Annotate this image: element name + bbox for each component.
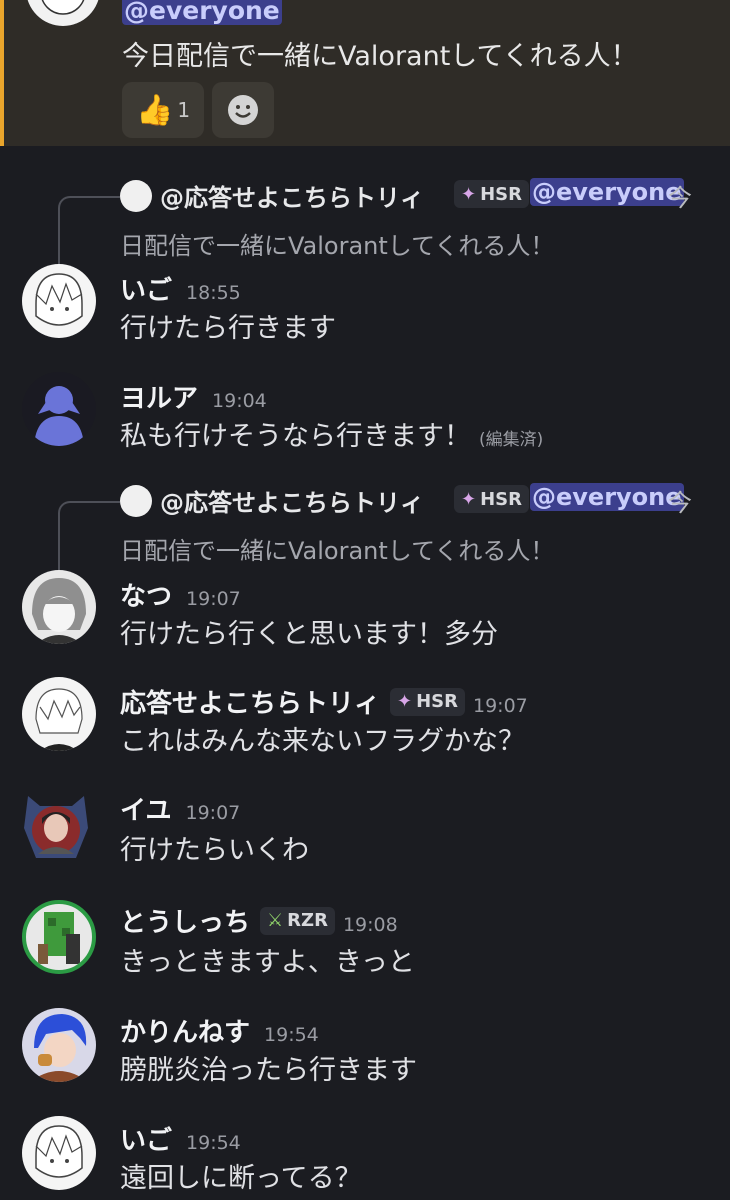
hsr-badge: ✦ HSR bbox=[454, 180, 529, 208]
message-text: 膀胱炎治ったら行きます bbox=[120, 1055, 417, 1086]
timestamp: 19:04 bbox=[212, 390, 267, 412]
avatar[interactable] bbox=[22, 264, 96, 338]
diamond-icon: ✦ bbox=[397, 691, 413, 712]
avatar[interactable] bbox=[16, 788, 96, 868]
sword-icon: ⚔ bbox=[267, 910, 284, 931]
diamond-icon: ✦ bbox=[461, 488, 477, 510]
thumbs-up-reaction[interactable]: 👍 1 bbox=[122, 82, 204, 138]
username: ヨルア 19:04 bbox=[120, 384, 267, 414]
badge-label: HSR bbox=[416, 691, 458, 712]
reply-avatar bbox=[120, 485, 152, 517]
reply-connector bbox=[58, 501, 120, 573]
everyone-mention[interactable]: @everyone bbox=[122, 0, 282, 25]
hsr-badge: ✦ HSR bbox=[454, 485, 529, 513]
reply-avatar bbox=[120, 180, 152, 212]
message-text: きっときますよ、きっと bbox=[120, 947, 415, 978]
timestamp: 19:07 bbox=[473, 695, 528, 717]
add-reaction-icon bbox=[228, 95, 258, 125]
reply-connector bbox=[58, 196, 120, 268]
timestamp: 18:55 bbox=[186, 282, 241, 304]
timestamp: 19:07 bbox=[185, 802, 241, 824]
username: イユ 19:07 bbox=[120, 796, 241, 826]
avatar[interactable] bbox=[22, 677, 96, 751]
avatar[interactable] bbox=[22, 900, 96, 974]
avatar[interactable] bbox=[22, 372, 96, 446]
username: いご 18:55 bbox=[120, 276, 241, 306]
username: とうしっち ⚔ RZR 19:08 bbox=[120, 906, 398, 938]
message-text: 行けたらいくわ bbox=[120, 835, 309, 866]
timestamp: 19:08 bbox=[342, 914, 398, 936]
edited-label: (編集済) bbox=[479, 430, 544, 450]
message-text: 遠回しに断ってる？ bbox=[120, 1163, 362, 1194]
timestamp: 19:07 bbox=[186, 588, 241, 610]
reply-text: 日配信で一緒にValorantしてくれる人！ bbox=[120, 232, 555, 260]
reply-reference[interactable]: @応答せよこちらトリィ ✦ HSR @everyone 今 日配信で一緒にValo… bbox=[0, 477, 730, 577]
hsr-badge: ✦ HSR bbox=[390, 687, 465, 716]
badge-label: RZR bbox=[287, 910, 328, 931]
everyone-mention[interactable]: @everyone bbox=[530, 483, 684, 511]
username: なつ 19:07 bbox=[120, 582, 241, 612]
message-text: これはみんな来ないフラグかな？ bbox=[120, 726, 525, 757]
avatar[interactable] bbox=[22, 1116, 96, 1190]
avatar[interactable] bbox=[26, 0, 100, 26]
username: 応答せよこちらトリィ ✦ HSR 19:07 bbox=[120, 687, 528, 719]
message-text: 行けたら行きます bbox=[120, 313, 336, 344]
diamond-icon: ✦ bbox=[461, 183, 477, 205]
reply-author[interactable]: @応答せよこちらトリィ bbox=[160, 483, 424, 518]
everyone-mention[interactable]: @everyone bbox=[530, 178, 684, 206]
badge-label: HSR bbox=[480, 488, 522, 510]
message-text: 行けたら行くと思います！多分 bbox=[120, 619, 498, 650]
reply-text: 日配信で一緒にValorantしてくれる人！ bbox=[120, 537, 555, 565]
add-reaction-button[interactable] bbox=[212, 82, 274, 138]
username: いご 19:54 bbox=[120, 1126, 241, 1156]
avatar[interactable] bbox=[22, 570, 96, 644]
avatar[interactable] bbox=[22, 1008, 96, 1082]
reply-trail: 今 bbox=[668, 489, 692, 517]
timestamp: 19:54 bbox=[186, 1132, 241, 1154]
message-text: 私も行けそうなら行きます！ (編集済) bbox=[120, 414, 543, 453]
reply-trail: 今 bbox=[668, 184, 692, 212]
thumbs-up-icon: 👍 bbox=[135, 92, 174, 128]
message-text: 今日配信で一緒にValorantしてくれる人！ bbox=[122, 41, 638, 72]
reply-author[interactable]: @応答せよこちらトリィ bbox=[160, 178, 424, 213]
reaction-count: 1 bbox=[177, 98, 191, 122]
rzr-badge: ⚔ RZR bbox=[260, 906, 335, 935]
highlighted-message[interactable]: @everyone 今日配信で一緒にValorantしてくれる人！ 👍 1 bbox=[0, 0, 730, 146]
reply-reference[interactable]: @応答せよこちらトリィ ✦ HSR @everyone 今 日配信で一緒にValo… bbox=[0, 172, 730, 272]
badge-label: HSR bbox=[480, 183, 522, 205]
message-text-content: 私も行けそうなら行きます！ bbox=[120, 421, 471, 452]
username: かりんねす 19:54 bbox=[120, 1018, 319, 1048]
timestamp: 19:54 bbox=[264, 1024, 319, 1046]
